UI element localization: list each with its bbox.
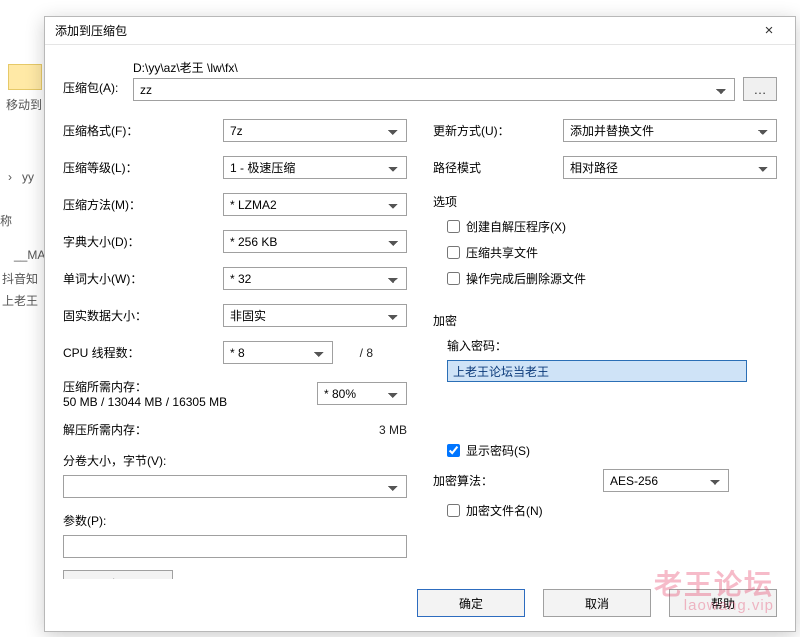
threads-label: CPU 线程数： — [63, 344, 223, 361]
dict-select[interactable]: * 256 KB — [223, 230, 407, 253]
pathmode-select[interactable]: 相对路径 — [563, 156, 777, 179]
mem-comp-pct-select[interactable]: * 80% — [317, 382, 407, 405]
background-breadcrumb-arrow: › — [8, 170, 12, 184]
titlebar: 添加到压缩包 × — [45, 17, 795, 45]
mem-comp-value: 50 MB / 13044 MB / 16305 MB — [63, 395, 317, 409]
params-label: 参数(P): — [63, 512, 407, 529]
ok-button-label: 确定 — [459, 595, 483, 612]
pathmode-label: 路径模式 — [433, 159, 563, 176]
archive-path: D:\yy\az\老王 \lw\fx\ — [133, 59, 735, 76]
help-button-label: 帮助 — [711, 595, 735, 612]
mem-comp-label: 压缩所需内存： — [63, 378, 317, 395]
background-move-label: 移动到 — [6, 96, 42, 113]
background-row: 抖音知 — [2, 270, 38, 287]
level-select[interactable]: 1 - 极速压缩 — [223, 156, 407, 179]
opt-sfx-checkbox[interactable] — [447, 220, 460, 233]
background-col-header: 称 — [0, 212, 12, 229]
level-label: 压缩等级(L)： — [63, 159, 223, 176]
ok-button[interactable]: 确定 — [417, 589, 525, 617]
left-column: 压缩格式(F)： 7z 压缩等级(L)： 1 - 极速压缩 — [63, 119, 407, 579]
mem-decomp-label: 解压所需内存： — [63, 421, 223, 438]
opt-sfx-row[interactable]: 创建自解压程序(X) — [447, 218, 777, 235]
method-select[interactable]: * LZMA2 — [223, 193, 407, 216]
enc-names-row[interactable]: 加密文件名(N) — [447, 502, 777, 519]
opt-shared-label: 压缩共享文件 — [466, 244, 538, 261]
password-label: 输入密码： — [447, 337, 777, 354]
dialog-title: 添加到压缩包 — [55, 22, 749, 39]
background-folder-icon — [8, 64, 42, 90]
close-icon: × — [765, 22, 774, 39]
opt-delete-label: 操作完成后删除源文件 — [466, 270, 586, 287]
dialog-button-row: 确定 取消 帮助 — [45, 579, 795, 631]
show-password-row[interactable]: 显示密码(S) — [447, 442, 777, 459]
solid-label: 固实数据大小： — [63, 307, 223, 324]
opt-shared-row[interactable]: 压缩共享文件 — [447, 244, 777, 261]
update-label: 更新方式(U)： — [433, 122, 563, 139]
opt-shared-checkbox[interactable] — [447, 246, 460, 259]
enc-method-select[interactable]: AES-256 — [603, 469, 729, 492]
format-select[interactable]: 7z — [223, 119, 407, 142]
opt-sfx-label: 创建自解压程序(X) — [466, 218, 566, 235]
background-breadcrumb: yy — [22, 170, 34, 184]
background-row: __MA — [14, 248, 45, 262]
solid-select[interactable]: 非固实 — [223, 304, 407, 327]
archive-name-combo[interactable]: zz — [133, 78, 735, 101]
show-password-label: 显示密码(S) — [466, 442, 530, 459]
add-to-archive-dialog: 添加到压缩包 × 压缩包(A): D:\yy\az\老王 \lw\fx\ zz … — [44, 16, 796, 632]
mem-decomp-value: 3 MB — [223, 423, 407, 437]
browse-label: … — [754, 82, 767, 97]
cancel-button-label: 取消 — [585, 595, 609, 612]
close-button[interactable]: × — [749, 18, 789, 44]
options-header: 选项 — [433, 193, 777, 210]
show-password-checkbox[interactable] — [447, 444, 460, 457]
enc-names-checkbox[interactable] — [447, 504, 460, 517]
enc-names-label: 加密文件名(N) — [466, 502, 543, 519]
cancel-button[interactable]: 取消 — [543, 589, 651, 617]
opt-delete-checkbox[interactable] — [447, 272, 460, 285]
method-label: 压缩方法(M)： — [63, 196, 223, 213]
enc-method-label: 加密算法： — [433, 472, 603, 489]
browse-button[interactable]: … — [743, 77, 777, 101]
params-input[interactable] — [63, 535, 407, 558]
options-button[interactable]: 选项 — [63, 570, 173, 579]
archive-label: 压缩包(A): — [63, 59, 125, 96]
volume-label: 分卷大小，字节(V): — [63, 452, 407, 469]
password-input[interactable] — [447, 360, 747, 382]
threads-total: / 8 — [333, 346, 373, 360]
update-select[interactable]: 添加并替换文件 — [563, 119, 777, 142]
encryption-header: 加密 — [433, 312, 777, 329]
opt-delete-row[interactable]: 操作完成后删除源文件 — [447, 270, 777, 287]
help-button[interactable]: 帮助 — [669, 589, 777, 617]
word-label: 单词大小(W)： — [63, 270, 223, 287]
background-row: 上老王 — [2, 292, 38, 309]
threads-select[interactable]: * 8 — [223, 341, 333, 364]
word-select[interactable]: * 32 — [223, 267, 407, 290]
right-column: 更新方式(U)： 添加并替换文件 路径模式 相对路径 选项 — [433, 119, 777, 579]
dict-label: 字典大小(D)： — [63, 233, 223, 250]
volume-combo[interactable] — [63, 475, 407, 498]
format-label: 压缩格式(F)： — [63, 122, 223, 139]
